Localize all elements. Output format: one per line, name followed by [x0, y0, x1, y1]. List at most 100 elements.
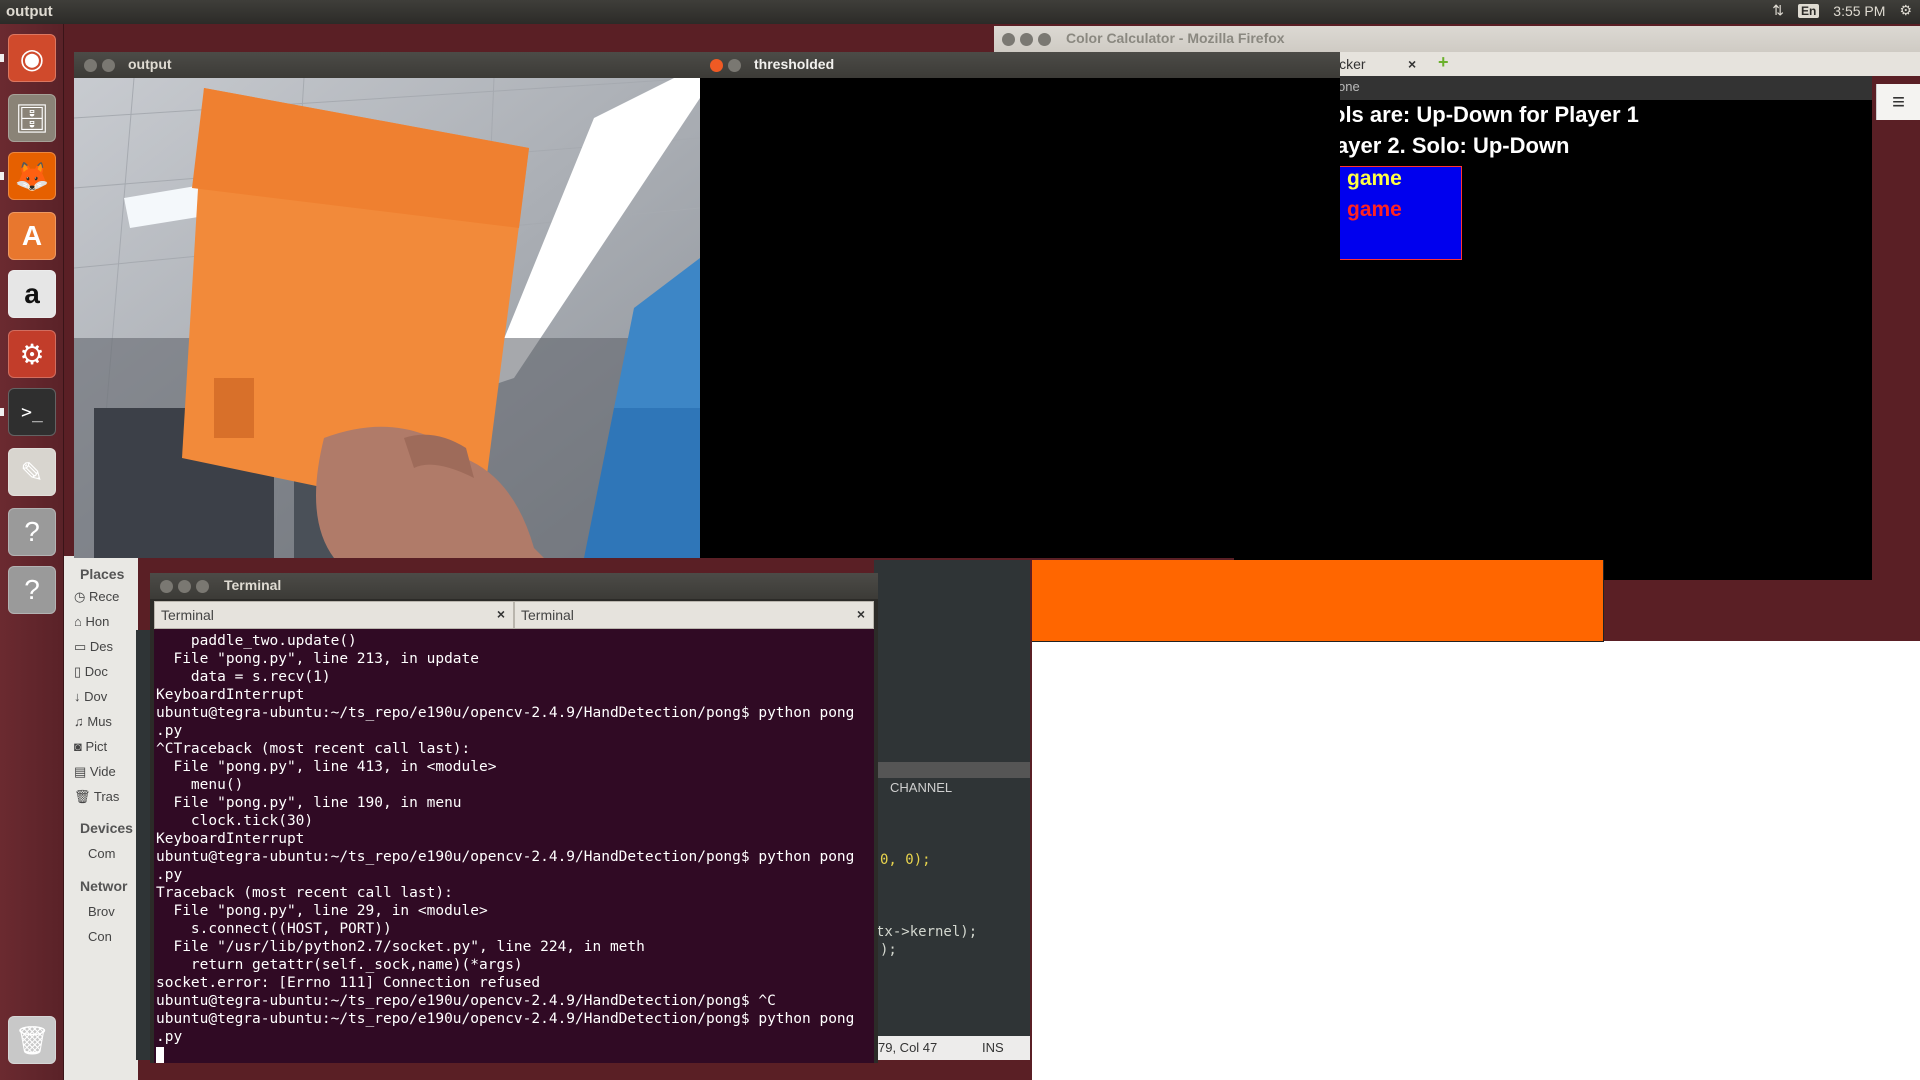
sidebar-item-place[interactable]: ▤ Vide — [74, 764, 136, 780]
tab-terminal-2[interactable]: Terminal × — [514, 601, 874, 629]
terminal-line: File "/usr/lib/python2.7/socket.py", lin… — [156, 939, 645, 955]
clock[interactable]: 3:55 PM — [1833, 3, 1885, 19]
editor-code-line: ); — [880, 942, 897, 958]
top-panel: output ⇅ En 3:55 PM ⚙ — [0, 0, 1920, 24]
unknown-app-1-icon: ? — [24, 516, 40, 547]
launcher-item-files[interactable]: 🗄 — [8, 94, 56, 142]
launcher-item-amazon[interactable]: a — [8, 270, 56, 318]
sidebar-item-place[interactable]: ◙ Pict — [74, 739, 136, 754]
terminal-line: File "pong.py", line 213, in update — [156, 651, 480, 667]
place-icon: ↓ — [74, 689, 85, 704]
maximize-icon[interactable] — [196, 580, 209, 593]
launcher-item-firefox[interactable]: 🦊 — [8, 152, 56, 200]
gear-icon[interactable]: ⚙ — [1899, 2, 1912, 19]
terminal-line: clock.tick(30) — [156, 813, 314, 829]
tab-close-icon[interactable]: × — [857, 606, 865, 622]
terminal-line: ubuntu@tegra-ubuntu:~/ts_repo/e190u/open… — [156, 705, 855, 721]
close-icon[interactable] — [84, 59, 97, 72]
terminal-line: .py — [156, 1029, 183, 1045]
new-tab-icon[interactable]: + — [1438, 52, 1449, 73]
place-icon: ⌂ — [74, 614, 86, 629]
software-center-icon: A — [21, 220, 43, 251]
place-icon: ▭ — [74, 639, 90, 654]
sidebar-item-place[interactable]: ◷ Rece — [74, 589, 136, 605]
terminal-line: ubuntu@tegra-ubuntu:~/ts_repo/e190u/open… — [156, 1011, 855, 1027]
terminal-line: Traceback (most recent call last): — [156, 885, 453, 901]
maximize-icon[interactable] — [1038, 33, 1051, 46]
terminal-titlebar[interactable]: Terminal — [150, 573, 878, 599]
tab-terminal-1[interactable]: Terminal × — [154, 601, 514, 629]
terminal-line: menu() — [156, 777, 244, 793]
sidebar-item-place[interactable]: ♫ Mus — [74, 714, 136, 729]
ubuntu-dash-icon: ◉ — [19, 42, 45, 74]
keyboard-layout-indicator[interactable]: En — [1797, 3, 1820, 18]
tab-close-icon[interactable]: × — [497, 606, 505, 622]
terminal-line: ubuntu@tegra-ubuntu:~/ts_repo/e190u/open… — [156, 849, 855, 865]
editor-code-line: tx->kernel); — [876, 924, 978, 940]
terminal-line: ubuntu@tegra-ubuntu:~/ts_repo/e190u/open… — [156, 993, 776, 1009]
game-instructions-line-1: ols are: Up-Down for Player 1 — [1332, 102, 1639, 127]
hamburger-menu-icon[interactable]: ≡ — [1876, 84, 1920, 120]
tab-label: Terminal — [521, 607, 574, 623]
firefox-titlebar[interactable]: Color Calculator - Mozilla Firefox — [994, 26, 1920, 52]
sidebar-item-browse-network[interactable]: Brov — [88, 904, 136, 919]
launcher-item-unknown-app-2[interactable]: ? — [8, 566, 56, 614]
place-icon: ◷ — [74, 589, 89, 604]
camera-feed — [74, 78, 700, 558]
sidebar-item-place[interactable]: ⌂ Hon — [74, 614, 136, 629]
launcher-item-system-settings[interactable]: ⚙ — [8, 330, 56, 378]
output-titlebar[interactable]: output — [74, 52, 700, 78]
minimize-icon[interactable] — [1020, 33, 1033, 46]
terminal-cursor-line — [156, 1046, 872, 1064]
place-icon: ▯ — [74, 664, 85, 679]
devices-heading: Devices — [80, 820, 133, 836]
sidebar-item-place[interactable]: ▯ Doc — [74, 664, 136, 680]
close-icon[interactable] — [160, 580, 173, 593]
sidebar-item-place[interactable]: ↓ Dov — [74, 689, 136, 704]
minimize-icon[interactable] — [178, 580, 191, 593]
camera-image — [74, 78, 700, 558]
launcher-item-ubuntu-dash[interactable]: ◉ — [8, 34, 56, 82]
launcher-item-terminal[interactable]: >_ — [8, 388, 56, 436]
code-editor[interactable] — [874, 560, 1030, 1060]
terminal-icon: >_ — [21, 401, 43, 423]
terminal-line: File "pong.py", line 29, in <module> — [156, 903, 488, 919]
thresholded-window-title: thresholded — [754, 56, 835, 72]
editor-gutter — [136, 630, 150, 1060]
launcher-item-trash[interactable]: 🗑 — [8, 1016, 56, 1064]
running-indicator — [0, 172, 4, 180]
trash-icon: 🗑 — [14, 1024, 50, 1056]
terminal-window-title: Terminal — [224, 577, 282, 593]
terminal-line: data = s.recv(1) — [156, 669, 331, 685]
tab-close-icon[interactable]: × — [1408, 56, 1416, 72]
sidebar-item-place[interactable]: 🗑 Tras — [74, 789, 136, 805]
sidebar-item-place[interactable]: ▭ Des — [74, 639, 136, 655]
terminal-line: ^CTraceback (most recent call last): — [156, 741, 471, 757]
network-arrows-icon[interactable]: ⇅ — [1772, 2, 1784, 19]
firefox-page-area — [1032, 641, 1920, 1080]
minimize-icon[interactable] — [102, 59, 115, 72]
terminal-line: .py — [156, 867, 183, 883]
places-heading: Places — [80, 566, 125, 582]
output-window[interactable]: output — [74, 52, 700, 558]
close-icon[interactable] — [710, 59, 723, 72]
thresholded-window[interactable]: thresholded — [700, 52, 1340, 558]
terminal-window[interactable]: Terminal Terminal × Terminal × paddle_tw… — [150, 573, 878, 1063]
editor-statusbar: 79, Col 47 INS — [874, 1036, 1030, 1060]
game-menu-option-2[interactable]: game — [1347, 198, 1402, 222]
launcher-item-text-editor[interactable]: ✎ — [8, 448, 56, 496]
minimize-icon[interactable] — [728, 59, 741, 72]
firefox-tab[interactable]: icker — [1336, 56, 1366, 72]
editor-code-line: 0, 0); — [880, 852, 931, 868]
place-icon: ▤ — [74, 764, 90, 779]
terminal-line: socket.error: [Errno 111] Connection ref… — [156, 975, 541, 991]
game-menu-option-1[interactable]: game — [1347, 167, 1402, 191]
terminal-output[interactable]: paddle_two.update() File "pong.py", line… — [154, 629, 874, 1063]
thresholded-titlebar[interactable]: thresholded — [700, 52, 1340, 78]
sidebar-item-computer[interactable]: Com — [88, 846, 136, 861]
close-icon[interactable] — [1002, 33, 1015, 46]
sidebar-item-connect-server[interactable]: Con — [88, 929, 136, 944]
launcher-item-unknown-app-1[interactable]: ? — [8, 508, 56, 556]
running-indicator — [0, 408, 4, 416]
launcher-item-software-center[interactable]: A — [8, 212, 56, 260]
